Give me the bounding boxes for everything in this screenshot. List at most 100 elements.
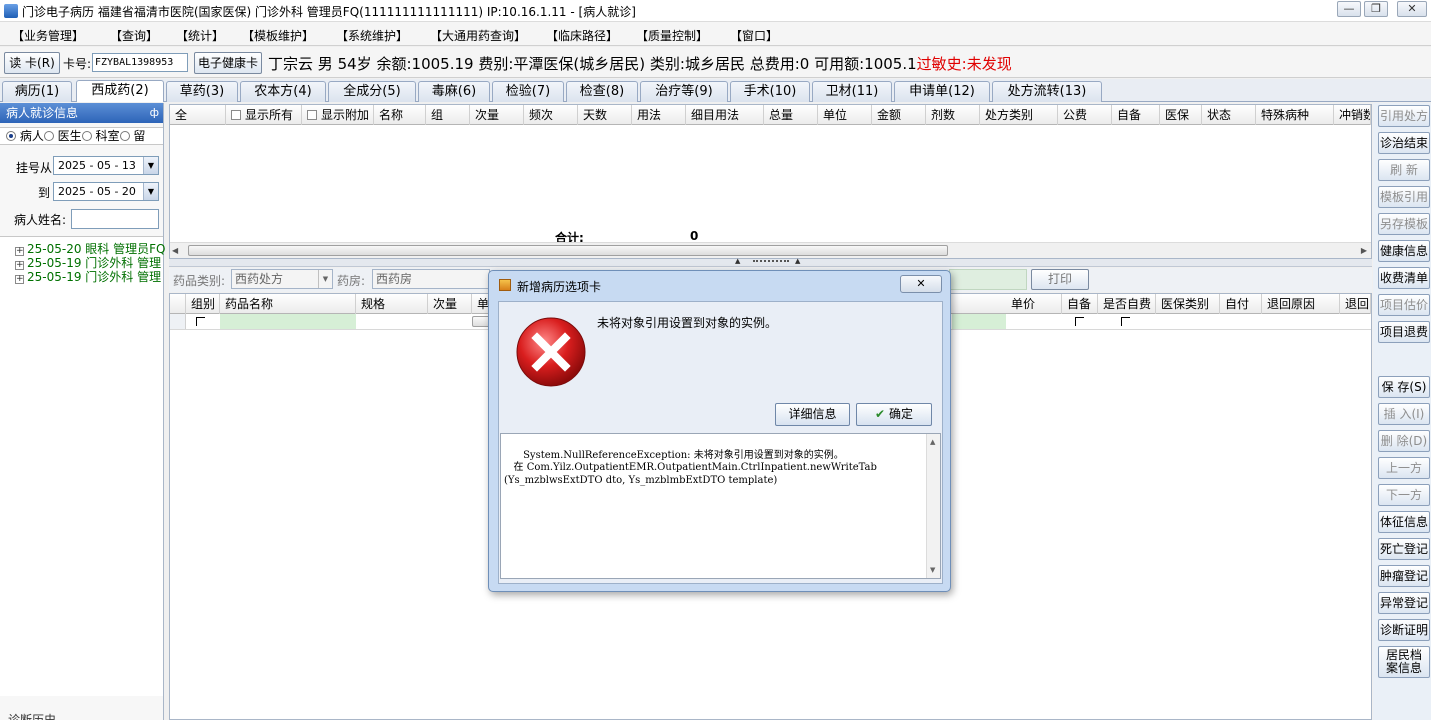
tab-requests[interactable]: 申请单(12) bbox=[894, 81, 990, 102]
menu-business[interactable]: 【业务管理】 bbox=[12, 27, 84, 44]
tab-lab-test[interactable]: 检验(7) bbox=[492, 81, 564, 102]
highlight-cell[interactable] bbox=[952, 314, 1006, 329]
close-button[interactable]: ✕ bbox=[1397, 1, 1427, 17]
col-status[interactable]: 状态 bbox=[1202, 105, 1256, 125]
chevron-down-icon[interactable]: ▼ bbox=[318, 270, 332, 288]
death-registration-button[interactable]: 死亡登记 bbox=[1378, 538, 1430, 560]
cite-prescription-button[interactable]: 引用处方 bbox=[1378, 105, 1430, 127]
scroll-left-icon[interactable]: ◀ bbox=[172, 246, 178, 255]
col-select-all[interactable]: 全 bbox=[170, 105, 226, 125]
delete-button[interactable]: 删 除(D) bbox=[1378, 430, 1430, 452]
radio-stay[interactable] bbox=[119, 131, 130, 141]
save-button[interactable]: 保 存(S) bbox=[1378, 376, 1430, 398]
next-prescription-button[interactable]: 下一方 bbox=[1378, 484, 1430, 506]
read-card-button[interactable]: 读 卡(R) bbox=[4, 52, 60, 74]
abnormal-registration-button[interactable]: 异常登记 bbox=[1378, 592, 1430, 614]
horizontal-scrollbar[interactable]: ◀ ▶ bbox=[170, 242, 1371, 258]
col-dose[interactable]: 次量 bbox=[470, 105, 524, 125]
save-as-template-button[interactable]: 另存模板 bbox=[1378, 213, 1430, 235]
chevron-down-icon[interactable]: ▼ bbox=[143, 157, 158, 174]
scroll-right-icon[interactable]: ▶ bbox=[1361, 246, 1367, 255]
row-header[interactable] bbox=[170, 314, 186, 329]
ok-button[interactable]: ✔ 确定 bbox=[856, 403, 932, 426]
from-date-picker[interactable]: 2025 - 05 - 13 ▼ bbox=[53, 156, 159, 175]
search-field[interactable] bbox=[949, 269, 1027, 290]
finish-treatment-button[interactable]: 诊治结束 bbox=[1378, 132, 1430, 154]
splitter[interactable]: ▲ ▲ bbox=[169, 257, 1372, 267]
col-special-disease[interactable]: 特殊病种 bbox=[1256, 105, 1334, 125]
col-name[interactable]: 名称 bbox=[374, 105, 426, 125]
col-unit-price[interactable]: 单价 bbox=[1006, 294, 1062, 314]
error-details-text[interactable]: System.NullReferenceException: 未将对象引用设置到… bbox=[500, 433, 941, 579]
col-spec[interactable]: 规格 bbox=[356, 294, 428, 314]
col-self-pay[interactable]: 是否自费 bbox=[1098, 294, 1156, 314]
tab-medical-record[interactable]: 病历(1) bbox=[2, 81, 72, 102]
tab-herbal[interactable]: 草药(3) bbox=[166, 81, 238, 102]
col-dosage-count[interactable]: 剂数 bbox=[926, 105, 980, 125]
chevron-up-icon[interactable]: ▲ bbox=[795, 257, 800, 265]
scroll-up-icon[interactable]: ▲ bbox=[930, 436, 935, 449]
col-return-reason[interactable]: 退回原因 bbox=[1262, 294, 1340, 314]
refresh-button[interactable]: 刷 新 bbox=[1378, 159, 1430, 181]
pin-icon[interactable]: ф bbox=[150, 103, 159, 123]
tab-treatment[interactable]: 治疗等(9) bbox=[640, 81, 728, 102]
tumor-registration-button[interactable]: 肿瘤登记 bbox=[1378, 565, 1430, 587]
patient-name-input[interactable] bbox=[71, 209, 159, 229]
radio-patient[interactable] bbox=[6, 131, 16, 141]
tab-surgery[interactable]: 手术(10) bbox=[730, 81, 810, 102]
refund-button[interactable]: 项目退费 bbox=[1378, 321, 1430, 343]
details-vertical-scrollbar[interactable]: ▲ ▼ bbox=[926, 434, 940, 578]
checkbox[interactable] bbox=[196, 317, 205, 326]
tab-western-medicine[interactable]: 西成药(2) bbox=[76, 80, 164, 102]
tab-full-ingredient[interactable]: 全成分(5) bbox=[328, 81, 416, 102]
chevron-down-icon[interactable]: ▼ bbox=[143, 183, 158, 200]
tab-materials[interactable]: 卫材(11) bbox=[812, 81, 892, 102]
health-card-button[interactable]: 电子健康卡 bbox=[194, 52, 262, 74]
to-date-picker[interactable]: 2025 - 05 - 20 ▼ bbox=[53, 182, 159, 201]
health-info-button[interactable]: 健康信息 bbox=[1378, 240, 1430, 262]
col-show-extra[interactable]: 显示附加 bbox=[302, 105, 374, 125]
col-show-all[interactable]: 显示所有 bbox=[226, 105, 302, 125]
tab-agricultural[interactable]: 农本方(4) bbox=[240, 81, 326, 102]
col-self-supplied[interactable]: 自备 bbox=[1112, 105, 1160, 125]
col-insurance[interactable]: 医保 bbox=[1160, 105, 1202, 125]
col-dose-amount[interactable]: 次量 bbox=[428, 294, 472, 314]
scrollbar-thumb[interactable] bbox=[188, 245, 948, 256]
details-button[interactable]: 详细信息 bbox=[775, 403, 850, 426]
col-return[interactable]: 退回 bbox=[1340, 294, 1371, 314]
drug-category-select[interactable]: 西药处方 ▼ bbox=[231, 269, 333, 289]
menu-stats[interactable]: 【统计】 bbox=[176, 27, 224, 44]
vital-signs-button[interactable]: 体征信息 bbox=[1378, 511, 1430, 533]
col-days[interactable]: 天数 bbox=[578, 105, 632, 125]
menu-system[interactable]: 【系统维护】 bbox=[336, 27, 408, 44]
resident-archive-button[interactable]: 居民档案信息 bbox=[1378, 646, 1430, 678]
fee-list-button[interactable]: 收费清单 bbox=[1378, 267, 1430, 289]
menu-drug-query[interactable]: 【大通用药查询】 bbox=[430, 27, 526, 44]
menu-window[interactable]: 【窗口】 bbox=[730, 27, 778, 44]
pharmacy-select[interactable]: 西药房 bbox=[372, 269, 490, 289]
col-usage-detail[interactable]: 细目用法 bbox=[686, 105, 764, 125]
col-drug-name[interactable]: 药品名称 bbox=[220, 294, 356, 314]
tab-examination[interactable]: 检查(8) bbox=[566, 81, 638, 102]
card-number-input[interactable]: FZYBAL1398953 bbox=[92, 53, 188, 72]
grip-icon[interactable] bbox=[753, 260, 789, 262]
menu-quality[interactable]: 【质量控制】 bbox=[636, 27, 708, 44]
tab-prescription-transfer[interactable]: 处方流转(13) bbox=[992, 81, 1102, 102]
col-frequency[interactable]: 频次 bbox=[524, 105, 578, 125]
tab-narcotic[interactable]: 毒麻(6) bbox=[418, 81, 490, 102]
checkbox[interactable] bbox=[1121, 317, 1130, 326]
col-self-prepared[interactable]: 自备 bbox=[1062, 294, 1098, 314]
col-total[interactable]: 总量 bbox=[764, 105, 818, 125]
diagnosis-certificate-button[interactable]: 诊断证明 bbox=[1378, 619, 1430, 641]
expand-icon[interactable]: + bbox=[15, 275, 24, 284]
estimate-button[interactable]: 项目估价 bbox=[1378, 294, 1430, 316]
col-amount[interactable]: 金额 bbox=[872, 105, 926, 125]
col-group-no[interactable]: 组别 bbox=[186, 294, 220, 314]
checkbox[interactable] bbox=[1075, 317, 1084, 326]
visit-tree-item[interactable]: +25-05-19 门诊外科 管理 bbox=[15, 268, 161, 285]
dialog-close-button[interactable]: ✕ bbox=[900, 275, 942, 293]
col-rx-category[interactable]: 处方类别 bbox=[980, 105, 1058, 125]
menu-query[interactable]: 【查询】 bbox=[110, 27, 158, 44]
col-group[interactable]: 组 bbox=[426, 105, 470, 125]
col-usage[interactable]: 用法 bbox=[632, 105, 686, 125]
